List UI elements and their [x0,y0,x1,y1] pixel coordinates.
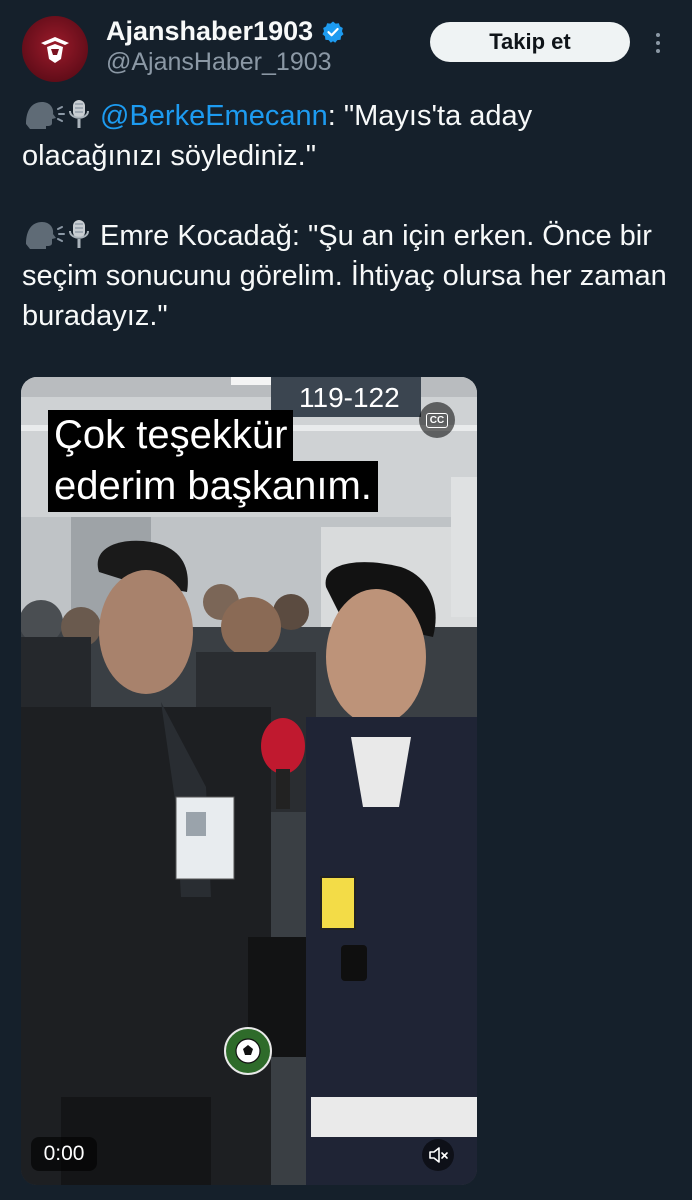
volume-muted-icon [429,1147,448,1163]
author-display-name[interactable]: Ajanshaber1903 [106,16,313,47]
video-timestamp: 0:00 [31,1137,97,1171]
answer-text: Emre Kocadağ: "Şu an için erken. Önce bi… [22,220,667,332]
video-player[interactable]: 119-122 Çok teşekkür ederim başkanım. CC [21,377,477,1185]
tweet-paragraph-question: @BerkeEmecann: "Mayıs'ta aday olacağınız… [22,96,677,176]
tweet-text: @BerkeEmecann: "Mayıs'ta aday olacağınız… [22,96,677,336]
avatar[interactable] [22,16,88,82]
author-handle[interactable]: @AjansHaber_1903 [106,48,332,77]
soccer-ball-graphic [235,1038,261,1064]
caption-line-2: ederim başkanım. [48,461,378,512]
speaking-head-microphone-emoji [26,220,89,249]
soccer-ball-icon [224,1027,272,1075]
mute-button[interactable] [422,1139,454,1171]
caption-line-1: Çok teşekkür [48,410,294,461]
tweet-header: Ajanshaber1903 @AjansHaber_1903 Takip et [0,0,692,90]
gate-sign-text: 119-122 [299,382,400,413]
mention-link[interactable]: @BerkeEmecann [100,100,328,132]
eagle-logo-icon [41,37,69,63]
cc-label: CC [425,412,449,428]
follow-button[interactable]: Takip et [430,22,630,62]
tweet-paragraph-answer: Emre Kocadağ: "Şu an için erken. Önce bi… [22,216,677,336]
speaking-head-microphone-emoji [26,100,89,129]
name-row: Ajanshaber1903 [106,16,345,47]
verified-badge-icon [322,21,344,43]
closed-captions-button[interactable]: CC [419,402,455,438]
more-vertical-icon[interactable] [648,26,668,60]
video-caption: Çok teşekkür ederim başkanım. [48,410,378,512]
